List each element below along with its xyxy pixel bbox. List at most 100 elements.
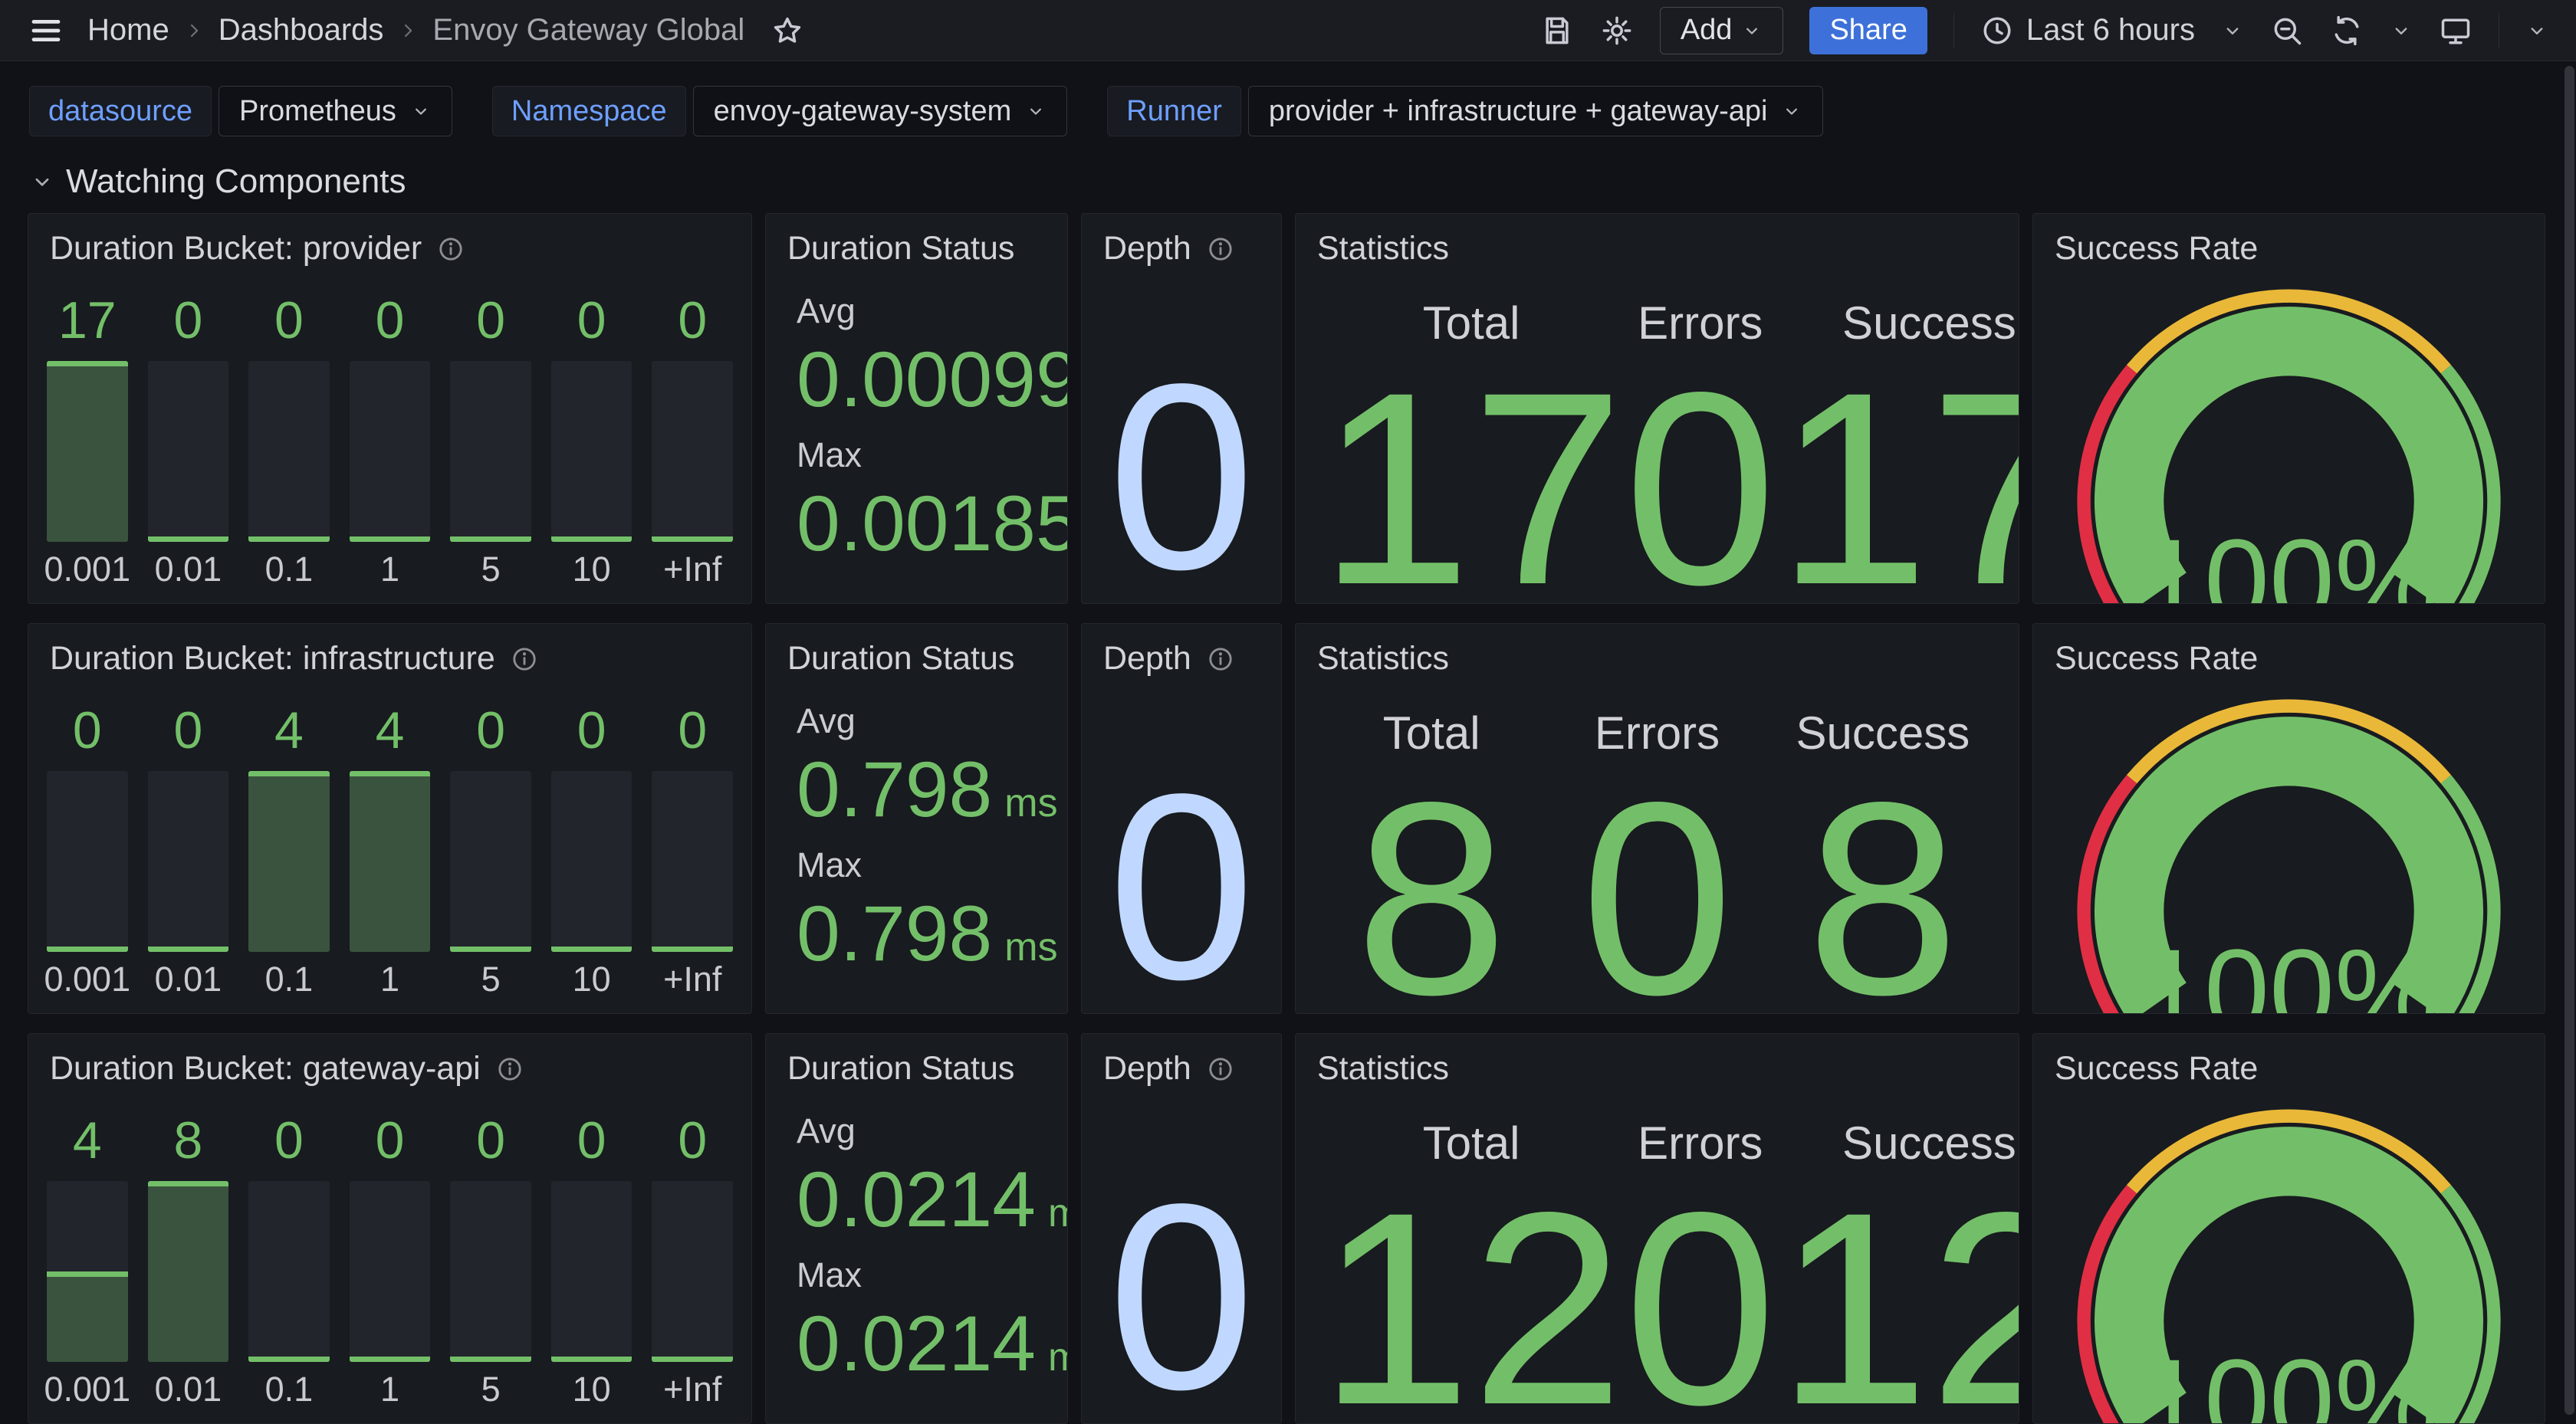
scrollbar-thumb[interactable] bbox=[2564, 66, 2574, 1415]
panel-header[interactable]: Duration Bucket: infrastructure bbox=[28, 624, 751, 679]
panel-header[interactable]: Success Rate bbox=[2033, 214, 2545, 269]
panel-header[interactable]: Depth bbox=[1082, 624, 1281, 679]
bar-bucket-label: +Inf bbox=[652, 1362, 733, 1409]
panel-title: Depth bbox=[1103, 230, 1191, 267]
panel-title: Duration Status bbox=[787, 230, 1014, 267]
panel-header[interactable]: Statistics bbox=[1296, 1034, 2019, 1089]
bar-fill bbox=[248, 536, 330, 542]
info-icon[interactable] bbox=[1207, 645, 1234, 673]
time-range-picker[interactable]: Last 6 hours bbox=[1980, 13, 2195, 48]
panel-header[interactable]: Depth bbox=[1082, 214, 1281, 269]
stat-success: Success8 bbox=[1770, 707, 1996, 1014]
panel-header[interactable]: Duration Status bbox=[766, 1034, 1067, 1089]
stat-errors: Errors0 bbox=[1544, 707, 1769, 1014]
add-button[interactable]: Add bbox=[1660, 7, 1784, 54]
save-icon[interactable] bbox=[1540, 14, 1574, 48]
bar-bucket-label: 5 bbox=[450, 1362, 531, 1409]
bar-column: 010 bbox=[551, 691, 632, 999]
bar-track bbox=[248, 771, 330, 952]
panel-success-rate: Success Rate 100% bbox=[2032, 1033, 2545, 1424]
star-icon[interactable] bbox=[770, 14, 804, 48]
bar-fill bbox=[248, 1357, 330, 1362]
share-button[interactable]: Share bbox=[1809, 7, 1927, 54]
panel-title: Statistics bbox=[1317, 230, 1449, 267]
bar-track bbox=[551, 1181, 632, 1362]
panel-header[interactable]: Duration Status bbox=[766, 214, 1067, 269]
refresh-interval-caret-icon[interactable] bbox=[2390, 19, 2413, 42]
avg-unit: ms bbox=[1048, 1190, 1068, 1236]
bar-bucket-label: 0.1 bbox=[248, 1362, 330, 1409]
panel-header[interactable]: Statistics bbox=[1296, 214, 2019, 269]
success-rate-gauge: 100% bbox=[2044, 272, 2534, 604]
avg-label: Avg bbox=[797, 291, 1052, 331]
add-button-label: Add bbox=[1681, 14, 1733, 47]
info-icon[interactable] bbox=[1207, 1055, 1234, 1083]
chevron-down-icon bbox=[1025, 100, 1046, 122]
panel-title: Duration Bucket: provider bbox=[50, 230, 422, 267]
variable-value-dropdown[interactable]: envoy-gateway-system bbox=[693, 86, 1068, 136]
chevron-down-icon bbox=[29, 169, 55, 195]
collapse-toolbar-icon[interactable] bbox=[2525, 19, 2548, 42]
avg-stat: Avg 0.000992ms bbox=[797, 291, 1052, 418]
variable-label: Namespace bbox=[492, 86, 686, 136]
panel-title: Depth bbox=[1103, 640, 1191, 678]
bar-gauge: 170.001 00.01 00.1 01 05 010 0+Inf bbox=[28, 269, 751, 603]
panel-depth: Depth 0 bbox=[1081, 213, 1282, 604]
breadcrumb-dashboards[interactable]: Dashboards bbox=[219, 13, 384, 48]
panel-duration-status: Duration Status Avg 0.798ms Max 0.798ms bbox=[765, 623, 1068, 1014]
vertical-scrollbar[interactable] bbox=[2564, 63, 2574, 1419]
panel-header[interactable]: Duration Status bbox=[766, 624, 1067, 679]
panel-header[interactable]: Duration Bucket: gateway-api bbox=[28, 1034, 751, 1089]
panel-header[interactable]: Success Rate bbox=[2033, 1034, 2545, 1089]
variable-value-dropdown[interactable]: Prometheus bbox=[219, 86, 452, 136]
row-header-watching-components[interactable]: Watching Components bbox=[0, 136, 2576, 201]
max-value: 0.00185 bbox=[797, 484, 1068, 563]
max-value: 0.0214 bbox=[797, 1304, 1036, 1383]
chevron-down-icon bbox=[410, 100, 432, 122]
duration-stats: Avg 0.798ms Max 0.798ms bbox=[766, 679, 1067, 1013]
time-range-caret-icon[interactable] bbox=[2221, 19, 2244, 42]
panel-header[interactable]: Statistics bbox=[1296, 624, 2019, 679]
panel-grid: Duration Bucket: provider 170.001 00.01 … bbox=[28, 213, 2545, 1424]
panel-header[interactable]: Depth bbox=[1082, 1034, 1281, 1089]
statistics: Total8 Errors0 Success8 bbox=[1296, 679, 2019, 1014]
info-icon[interactable] bbox=[1207, 235, 1234, 263]
bar-value: 4 bbox=[47, 1101, 128, 1181]
variable-namespace: Namespace envoy-gateway-system bbox=[492, 86, 1067, 136]
bar-track bbox=[350, 361, 431, 542]
bar-value: 4 bbox=[248, 691, 330, 771]
bar-value: 0 bbox=[248, 281, 330, 361]
zoom-out-icon[interactable] bbox=[2270, 14, 2304, 48]
panel-header[interactable]: Success Rate bbox=[2033, 624, 2545, 679]
panel-header[interactable]: Duration Bucket: provider bbox=[28, 214, 751, 269]
panel-title: Duration Status bbox=[787, 640, 1014, 678]
bar-value: 0 bbox=[652, 691, 733, 771]
panel-statistics: Statistics Total12 Errors0 Success12 bbox=[1295, 1033, 2019, 1424]
avg-label: Avg bbox=[797, 701, 1052, 741]
refresh-icon[interactable] bbox=[2330, 14, 2364, 48]
info-icon[interactable] bbox=[511, 645, 538, 673]
depth-value: 0 bbox=[1108, 372, 1255, 583]
max-stat: Max 0.00185ms bbox=[797, 435, 1052, 563]
bar-column: 170.001 bbox=[47, 281, 128, 589]
bar-bucket-label: 1 bbox=[350, 952, 431, 999]
bar-fill bbox=[248, 771, 330, 952]
info-icon[interactable] bbox=[437, 235, 465, 263]
bar-value: 0 bbox=[450, 281, 531, 361]
gear-icon[interactable] bbox=[1600, 14, 1634, 48]
bar-gauge: 40.001 80.01 00.1 01 05 010 0+Inf bbox=[28, 1089, 751, 1423]
panel-title: Success Rate bbox=[2055, 1050, 2258, 1088]
bar-track bbox=[248, 1181, 330, 1362]
info-icon[interactable] bbox=[496, 1055, 524, 1083]
variable-runner: Runner provider + infrastructure + gatew… bbox=[1107, 86, 1823, 136]
avg-stat: Avg 0.798ms bbox=[797, 701, 1052, 828]
tv-mode-icon[interactable] bbox=[2439, 14, 2472, 48]
variable-value-dropdown[interactable]: provider + infrastructure + gateway-api bbox=[1248, 86, 1824, 136]
breadcrumb-home[interactable]: Home bbox=[87, 13, 169, 48]
bar-bucket-label: 5 bbox=[450, 542, 531, 589]
avg-label: Avg bbox=[797, 1111, 1052, 1151]
menu-icon[interactable] bbox=[28, 12, 64, 49]
avg-stat: Avg 0.0214ms bbox=[797, 1111, 1052, 1239]
bar-value: 0 bbox=[148, 281, 229, 361]
max-unit: ms bbox=[1004, 924, 1057, 970]
